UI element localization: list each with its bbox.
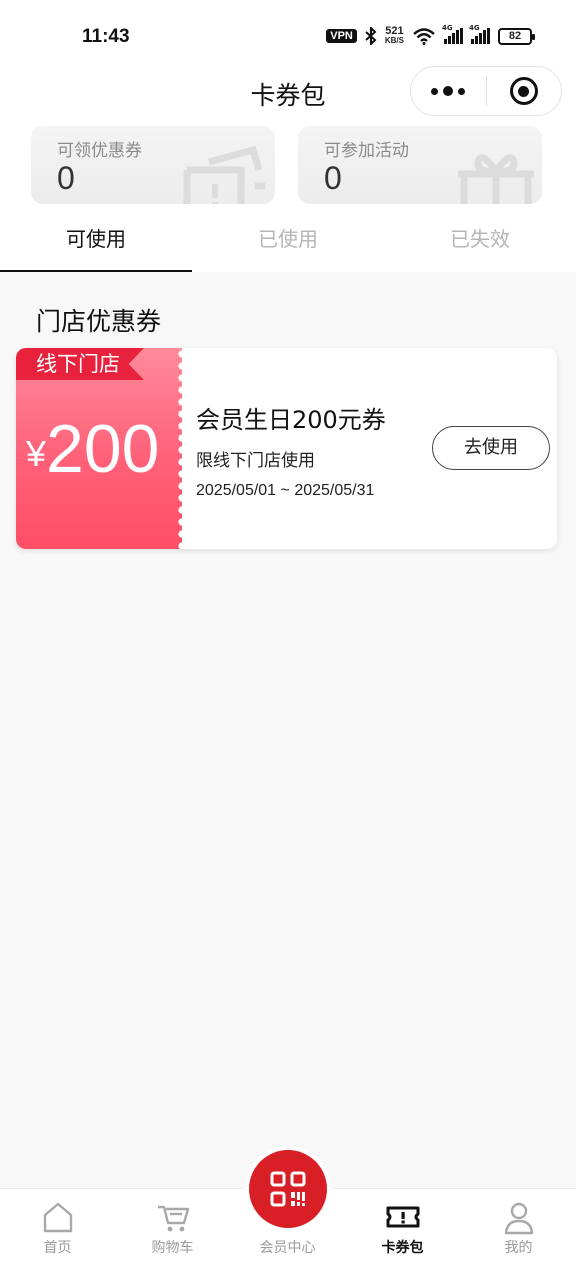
coupon-amount: ¥200 xyxy=(26,410,160,488)
signal-label: 4G xyxy=(442,24,453,32)
member-qr-circle[interactable] xyxy=(249,1150,327,1228)
tabbar-home-label: 首页 xyxy=(43,1240,72,1256)
coupon-details: 会员生日200元券 限线下门店使用 2025/05/01 ~ 2025/05/3… xyxy=(196,348,557,549)
signal-icon: 4G xyxy=(469,24,490,44)
signal-icon: 4G xyxy=(442,24,463,44)
tabbar-coupons[interactable]: 卡券包 xyxy=(345,1189,460,1280)
tabbar-home[interactable]: 首页 xyxy=(0,1189,115,1280)
tab-expired[interactable]: 已失效 xyxy=(384,208,576,272)
tabbar-cart-label: 购物车 xyxy=(151,1240,194,1256)
tabbar-coupons-label: 卡券包 xyxy=(381,1240,424,1256)
tab-available[interactable]: 可使用 xyxy=(0,208,192,272)
coupon-value-panel: 线下门店 ¥200 xyxy=(16,348,187,549)
status-icons: VPN 521 KB/S 4G 4G 82 xyxy=(326,24,535,46)
activities-card[interactable]: 可参加活动 0 xyxy=(298,126,542,204)
coupon-ticket-icon xyxy=(386,1206,419,1228)
tabbar-mine-label: 我的 xyxy=(504,1240,533,1256)
tab-indicator xyxy=(0,270,192,272)
activities-count: 0 xyxy=(324,160,342,196)
cart-icon xyxy=(157,1205,189,1232)
home-icon xyxy=(43,1202,72,1233)
ticket-icon xyxy=(183,146,265,204)
tabbar-member-center-label: 会员中心 xyxy=(259,1240,316,1256)
coupon-status-tabs: 可使用 已使用 已失效 xyxy=(0,208,576,272)
bluetooth-icon xyxy=(365,27,377,45)
more-dots-icon[interactable] xyxy=(411,67,486,115)
net-speed: 521 KB/S xyxy=(385,26,404,46)
status-bar: 11:43 VPN 521 KB/S 4G 4G 82 xyxy=(0,0,576,64)
gift-icon xyxy=(458,154,534,204)
coupon-card[interactable]: 线下门店 ¥200 会员生日200元券 限线下门店使用 2025/05/01 ~… xyxy=(16,348,557,549)
coupon-amount-value: 200 xyxy=(46,411,160,487)
target-close-icon[interactable] xyxy=(487,67,562,115)
coupon-restriction: 限线下门店使用 xyxy=(196,451,315,471)
coupon-name: 会员生日200元券 xyxy=(196,406,386,434)
qr-code-icon xyxy=(270,1171,306,1207)
section-title: 门店优惠券 xyxy=(36,307,162,336)
coupon-tag: 线下门店 xyxy=(16,348,144,380)
battery-icon: 82 xyxy=(498,27,535,45)
wifi-icon xyxy=(413,28,435,45)
user-icon xyxy=(504,1202,533,1235)
navigation-bar: 卡券包 xyxy=(0,64,576,124)
summary-section: 可领优惠券 0 可参加活动 0 xyxy=(0,124,576,208)
vpn-badge: VPN xyxy=(326,29,357,43)
currency-symbol: ¥ xyxy=(26,433,47,474)
use-coupon-button[interactable]: 去使用 xyxy=(432,426,550,470)
claimable-coupons-count: 0 xyxy=(57,160,75,196)
claimable-coupons-card[interactable]: 可领优惠券 0 xyxy=(31,126,275,204)
tabbar-cart[interactable]: 购物车 xyxy=(115,1189,230,1280)
net-speed-value: 521 xyxy=(385,25,404,37)
activities-label: 可参加活动 xyxy=(324,141,409,161)
tabbar-mine[interactable]: 我的 xyxy=(461,1189,576,1280)
net-speed-unit: KB/S xyxy=(384,36,404,45)
status-time: 11:43 xyxy=(82,26,130,47)
claimable-coupons-label: 可领优惠券 xyxy=(57,141,142,161)
member-qr-button[interactable] xyxy=(245,1146,331,1232)
tab-used[interactable]: 已使用 xyxy=(192,208,384,272)
mini-program-capsule xyxy=(410,66,562,116)
signal-label: 4G xyxy=(469,24,480,32)
coupon-validity: 2025/05/01 ~ 2025/05/31 xyxy=(196,482,375,499)
